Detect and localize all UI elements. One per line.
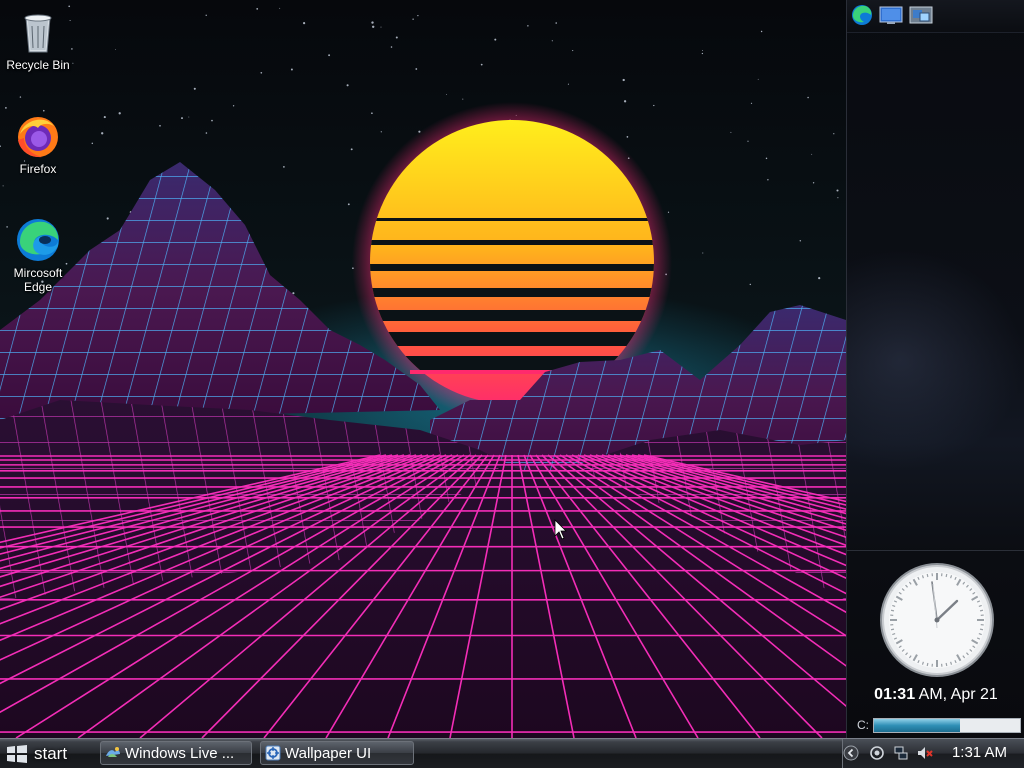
show-hidden-icon[interactable] — [843, 745, 859, 761]
desktop-icon-edge[interactable]: Mircosoft Edge — [0, 216, 76, 294]
windows-logo-icon — [7, 744, 27, 763]
taskbar-button-wallpaper-ui[interactable]: Wallpaper UI — [260, 741, 414, 765]
desktop-icon[interactable] — [879, 4, 903, 26]
taskbar-button-windows-live[interactable]: Windows Live ... — [100, 741, 252, 765]
volume-muted-icon[interactable] — [917, 745, 933, 761]
desktop-wallpaper — [0, 0, 846, 738]
recycle-bin-icon — [24, 14, 52, 53]
clock-date: AM, Apr 21 — [915, 686, 998, 703]
start-label: start — [34, 743, 68, 763]
clock-readout: 01:31 AM, Apr 21 — [847, 686, 1024, 704]
network-sync-icon[interactable] — [869, 745, 885, 761]
wallpaper-ui-icon — [265, 745, 281, 761]
taskbar-button-label: Windows Live ... — [125, 744, 235, 762]
taskbar-clock[interactable]: 1:31 AM — [952, 744, 1007, 761]
taskbar: start Windows Live ... Wallpaper UI 1:31… — [0, 738, 1024, 768]
gadgets-icon[interactable] — [909, 4, 933, 26]
edge-icon[interactable] — [850, 4, 874, 26]
system-tray: 1:31 AM — [842, 739, 1024, 768]
drive-label: C: — [857, 718, 869, 732]
network-icon[interactable] — [893, 745, 909, 761]
desktop-icon-recycle-bin[interactable]: Recycle Bin — [0, 8, 76, 72]
desktop-icon-label: Mircosoft Edge — [13, 266, 63, 294]
firefox-icon — [18, 117, 58, 158]
windows-sidebar: 01:31 AM, Apr 21 C: — [846, 0, 1024, 738]
windows-live-icon — [106, 747, 120, 757]
desktop-icon-label: Recycle Bin — [6, 58, 70, 72]
drive-usage-bar — [873, 718, 1021, 733]
drive-meter-gadget[interactable]: C: — [847, 714, 1024, 738]
edge-icon — [17, 219, 59, 261]
sidebar-toolbar — [847, 0, 1024, 33]
clock-gadget[interactable] — [877, 560, 997, 680]
start-button[interactable]: start — [0, 739, 90, 768]
drive-usage-fill — [874, 719, 961, 732]
taskbar-button-label: Wallpaper UI — [285, 744, 372, 762]
desktop-icon-firefox[interactable]: Firefox — [0, 112, 76, 176]
desktop-icon-label: Firefox — [19, 162, 57, 176]
clock-time: 01:31 — [874, 686, 916, 703]
